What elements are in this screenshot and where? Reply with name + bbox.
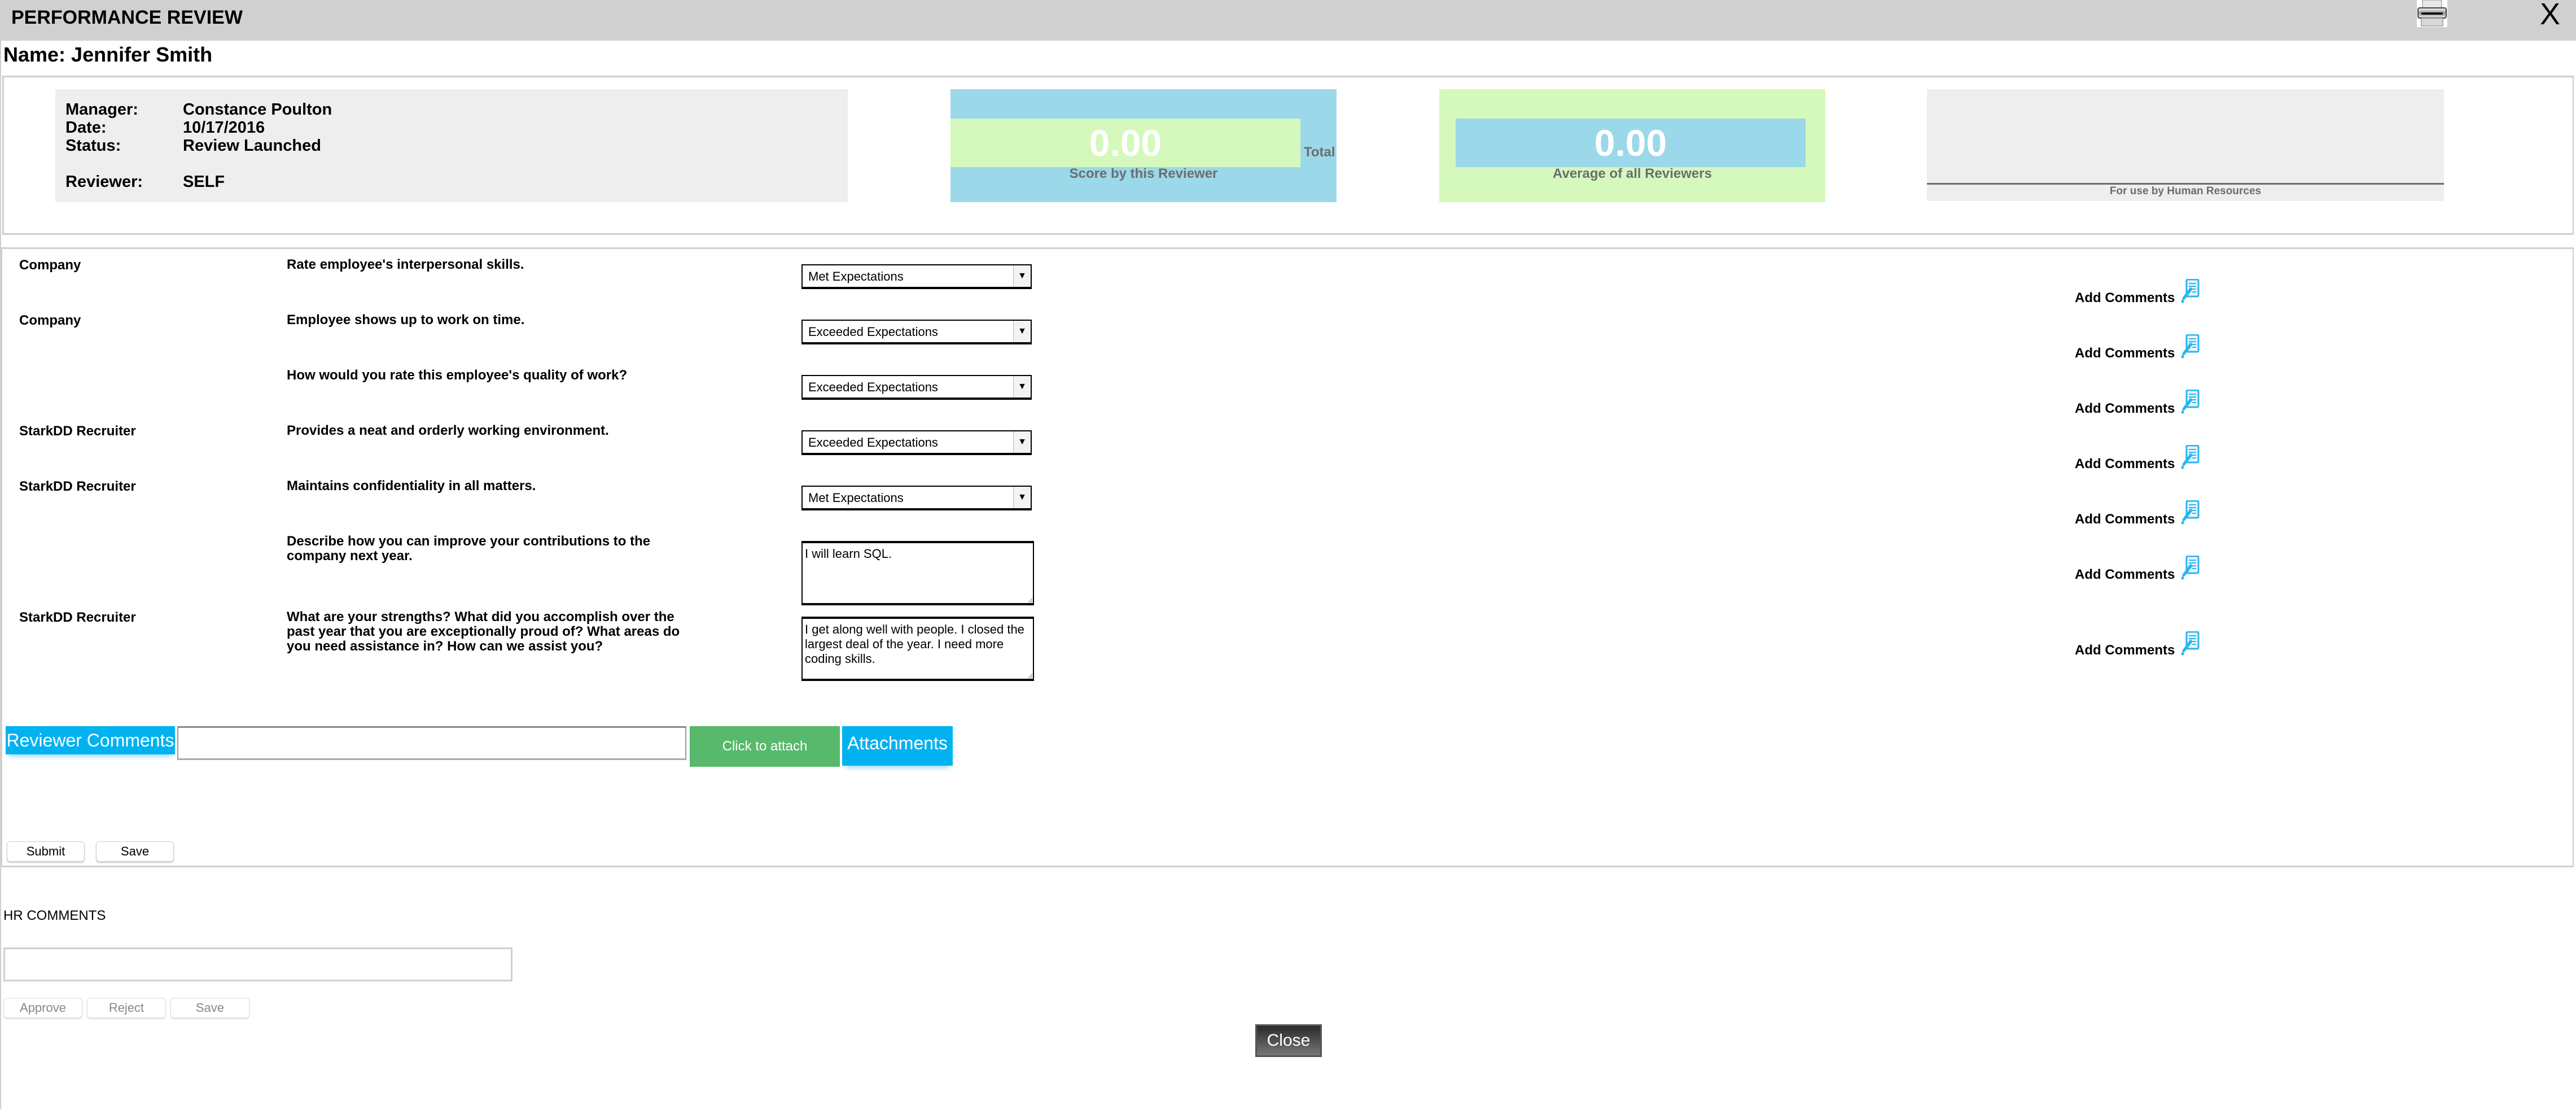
approve-button[interactable]: Approve bbox=[3, 998, 82, 1018]
hr-save-button[interactable]: Save bbox=[170, 998, 249, 1018]
attachments-button[interactable]: Attachments bbox=[842, 726, 953, 766]
add-comments-button[interactable]: Add Comments bbox=[2075, 389, 2200, 417]
window-title: PERFORMANCE REVIEW bbox=[11, 7, 243, 28]
add-comments-button[interactable]: Add Comments bbox=[2075, 278, 2200, 306]
answer-textarea[interactable] bbox=[801, 541, 1034, 605]
rating-select-value: Exceeded Expectations bbox=[808, 435, 938, 449]
save-button[interactable]: Save bbox=[96, 841, 174, 862]
question-category: StarkDD Recruiter bbox=[19, 423, 136, 439]
edit-comment-icon[interactable] bbox=[2180, 631, 2200, 656]
question-category: StarkDD Recruiter bbox=[19, 610, 136, 625]
add-comments-label: Add Comments bbox=[2075, 456, 2175, 471]
status-value: Review Launched bbox=[183, 137, 321, 155]
rating-select[interactable]: Exceeded Expectations ▼ bbox=[801, 320, 1032, 344]
question-text: Employee shows up to work on time. bbox=[287, 312, 525, 328]
edit-comment-icon[interactable] bbox=[2180, 278, 2200, 304]
rating-select-value: Exceeded Expectations bbox=[808, 325, 938, 339]
reviewer-value: SELF bbox=[183, 173, 225, 191]
question-text: Rate employee's interpersonal skills. bbox=[287, 257, 524, 272]
employee-name: Name: Jennifer Smith bbox=[3, 43, 213, 66]
question-text: What are your strengths? What did you ac… bbox=[287, 609, 680, 654]
edit-comment-icon[interactable] bbox=[2180, 444, 2200, 470]
total-label: Total bbox=[1304, 145, 1335, 160]
reviewer-label: Reviewer: bbox=[65, 173, 143, 191]
dropdown-arrow-icon[interactable]: ▼ bbox=[1013, 376, 1031, 398]
question-text: How would you rate this employee's quali… bbox=[287, 368, 628, 383]
add-comments-label: Add Comments bbox=[2075, 290, 2175, 305]
question-text: Describe how you can improve your contri… bbox=[287, 534, 651, 564]
question-category: Company bbox=[19, 257, 81, 273]
edit-comment-icon[interactable] bbox=[2180, 500, 2200, 525]
dropdown-arrow-icon[interactable]: ▼ bbox=[1013, 265, 1031, 287]
add-comments-label: Add Comments bbox=[2075, 346, 2175, 361]
click-to-attach-button[interactable]: Click to attach bbox=[690, 726, 840, 767]
edit-comment-icon[interactable] bbox=[2180, 334, 2200, 359]
add-comments-label: Add Comments bbox=[2075, 567, 2175, 582]
reviewer-score-value: 0.00 bbox=[1089, 122, 1162, 164]
reviewer-score-label: Score by this Reviewer bbox=[1069, 166, 1218, 181]
close-button[interactable]: Close bbox=[1255, 1024, 1322, 1057]
submit-button[interactable]: Submit bbox=[7, 841, 85, 862]
date-label: Date: bbox=[65, 119, 107, 137]
edit-comment-icon[interactable] bbox=[2180, 389, 2200, 414]
add-comments-button[interactable]: Add Comments bbox=[2075, 444, 2200, 472]
manager-label: Manager: bbox=[65, 101, 138, 119]
print-button[interactable] bbox=[2417, 0, 2447, 27]
rating-select-value: Met Expectations bbox=[808, 491, 904, 505]
edit-comment-icon[interactable] bbox=[2180, 555, 2200, 580]
rating-select[interactable]: Exceeded Expectations ▼ bbox=[801, 430, 1032, 455]
add-comments-button[interactable]: Add Comments bbox=[2075, 555, 2200, 583]
rating-select[interactable]: Met Expectations ▼ bbox=[801, 486, 1032, 510]
add-comments-label: Add Comments bbox=[2075, 512, 2175, 527]
reviewer-comments-label: Reviewer Comments bbox=[6, 726, 175, 754]
reject-button[interactable]: Reject bbox=[87, 998, 166, 1018]
hr-comments-label: HR COMMENTS bbox=[3, 908, 106, 923]
review-info-box bbox=[55, 89, 848, 202]
dropdown-arrow-icon[interactable]: ▼ bbox=[1013, 487, 1031, 508]
add-comments-button[interactable]: Add Comments bbox=[2075, 334, 2200, 361]
status-label: Status: bbox=[65, 137, 121, 155]
average-score-value: 0.00 bbox=[1594, 122, 1667, 164]
hr-comments-input[interactable] bbox=[3, 948, 512, 981]
average-score-label: Average of all Reviewers bbox=[1553, 166, 1712, 181]
add-comments-button[interactable]: Add Comments bbox=[2075, 631, 2200, 658]
rating-select-value: Exceeded Expectations bbox=[808, 380, 938, 394]
manager-value: Constance Poulton bbox=[183, 101, 332, 119]
question-category: StarkDD Recruiter bbox=[19, 479, 136, 494]
hr-use-label: For use by Human Resources bbox=[2109, 185, 2262, 197]
rating-select[interactable]: Met Expectations ▼ bbox=[801, 264, 1032, 289]
add-comments-label: Add Comments bbox=[2075, 643, 2175, 658]
rating-select-value: Met Expectations bbox=[808, 269, 904, 283]
dropdown-arrow-icon[interactable]: ▼ bbox=[1013, 431, 1031, 453]
date-value: 10/17/2016 bbox=[183, 119, 265, 137]
answer-textarea[interactable] bbox=[801, 617, 1034, 681]
close-window-button[interactable]: X bbox=[2540, 0, 2560, 32]
printer-icon bbox=[2417, 0, 2447, 27]
dropdown-arrow-icon[interactable]: ▼ bbox=[1013, 321, 1031, 342]
question-text: Provides a neat and orderly working envi… bbox=[287, 423, 609, 438]
rating-select[interactable]: Exceeded Expectations ▼ bbox=[801, 375, 1032, 400]
title-bar bbox=[0, 0, 2576, 41]
add-comments-button[interactable]: Add Comments bbox=[2075, 500, 2200, 527]
question-category: Company bbox=[19, 313, 81, 328]
add-comments-label: Add Comments bbox=[2075, 401, 2175, 416]
hr-use-divider bbox=[1927, 183, 2444, 185]
reviewer-comments-input[interactable] bbox=[177, 726, 686, 760]
question-text: Maintains confidentiality in all matters… bbox=[287, 478, 536, 494]
